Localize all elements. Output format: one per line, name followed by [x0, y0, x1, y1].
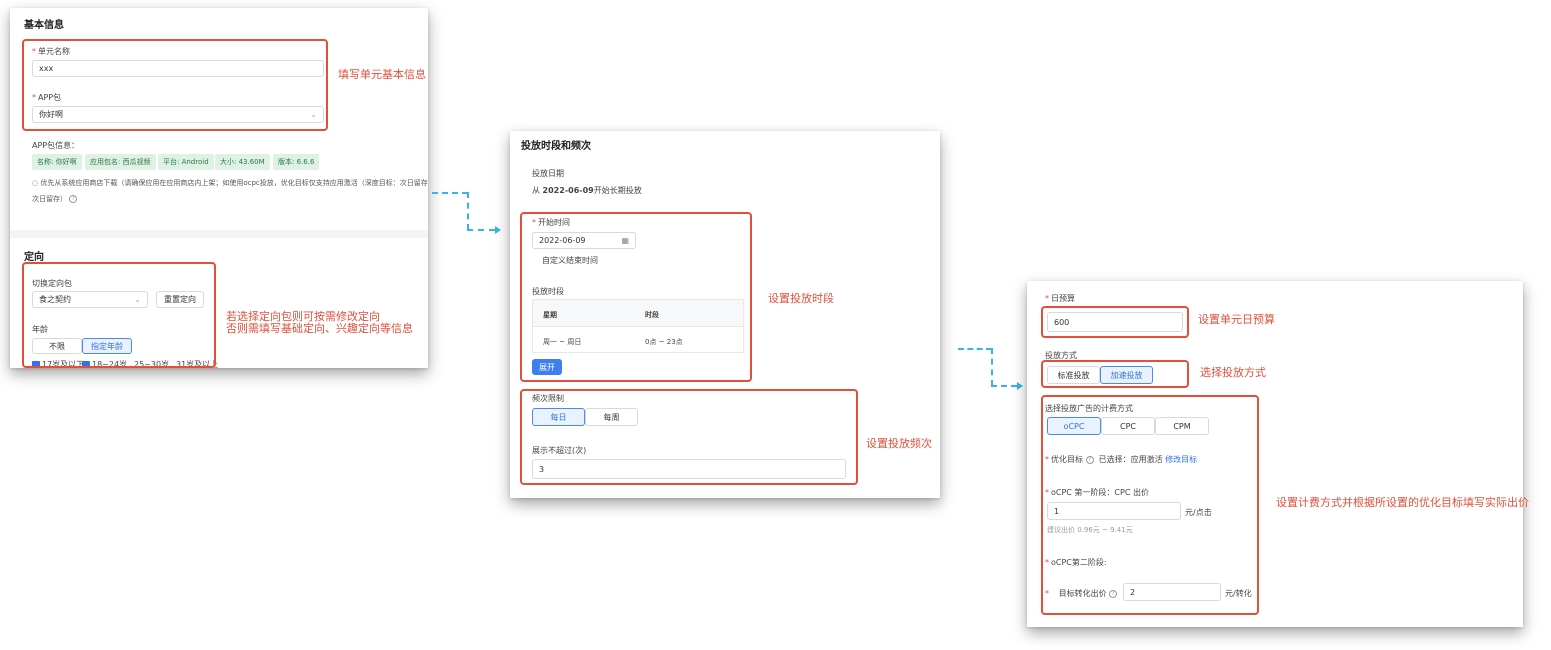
- connector-2-v: [991, 348, 993, 386]
- app-notice-2: 次日留存） ?: [32, 194, 78, 204]
- connector-2-arrow-icon: [1017, 382, 1023, 390]
- section-divider: [10, 230, 428, 238]
- basic-info-panel: 基本信息 * 单元名称 xxx * APP包 你好啊 ⌄ APP包信息： 名称: 你好…: [10, 8, 428, 368]
- note-basic: 填写单元基本信息: [338, 68, 426, 81]
- date-summary: 从 2022-06-09开始长期投放: [532, 186, 642, 195]
- app-tag-platform: 平台: Android: [158, 154, 214, 170]
- section-title-target: 定向: [24, 252, 44, 263]
- note-freq: 设置投放频次: [866, 437, 932, 450]
- note-target-line2: 否则需填写基础定向、兴趣定向等信息: [226, 322, 413, 335]
- highlight-budget: [1041, 306, 1189, 338]
- section-title-basic: 基本信息: [24, 20, 64, 31]
- app-tag-version: 版本: 6.6.6: [273, 154, 320, 170]
- connector-1-h2: [467, 229, 495, 231]
- highlight-billing: [1041, 395, 1259, 615]
- connector-2-h: [958, 348, 992, 350]
- help-icon: ?: [69, 195, 78, 203]
- app-info-label: APP包信息：: [32, 141, 80, 150]
- note-billing: 设置计费方式并根据所设置的优化目标填写实际出价: [1276, 496, 1529, 509]
- budget-label: * 日预算: [1045, 294, 1075, 303]
- date-label: 投放日期: [532, 169, 564, 178]
- highlight-basic: [22, 39, 328, 131]
- connector-1-h: [432, 192, 468, 194]
- app-notice: ○ 优先从系统应用商店下载（请确保应用在应用商店内上架；如使用ocpc投放，优化…: [32, 179, 428, 187]
- budget-billing-panel: * 日预算 600 投放方式 标准投放 加速投放 选择投放广告的计费方式 oCPC…: [1027, 281, 1523, 627]
- highlight-freq: [520, 389, 858, 485]
- app-tag-size: 大小: 43.60M: [215, 154, 270, 170]
- note-time: 设置投放时段: [768, 292, 834, 305]
- note-method: 选择投放方式: [1200, 366, 1266, 379]
- highlight-method: [1041, 360, 1189, 388]
- connector-2-h2: [991, 385, 1017, 387]
- note-budget: 设置单元日预算: [1198, 313, 1275, 326]
- highlight-target: [22, 262, 216, 368]
- schedule-title: 投放时段和频次: [521, 141, 591, 152]
- app-tag-name: 名称: 你好啊: [32, 154, 82, 170]
- highlight-time: [520, 212, 752, 382]
- connector-1-arrow-icon: [495, 226, 501, 234]
- connector-1-v: [467, 192, 469, 230]
- app-tag-package: 应用包名: 西瓜视频: [85, 154, 156, 170]
